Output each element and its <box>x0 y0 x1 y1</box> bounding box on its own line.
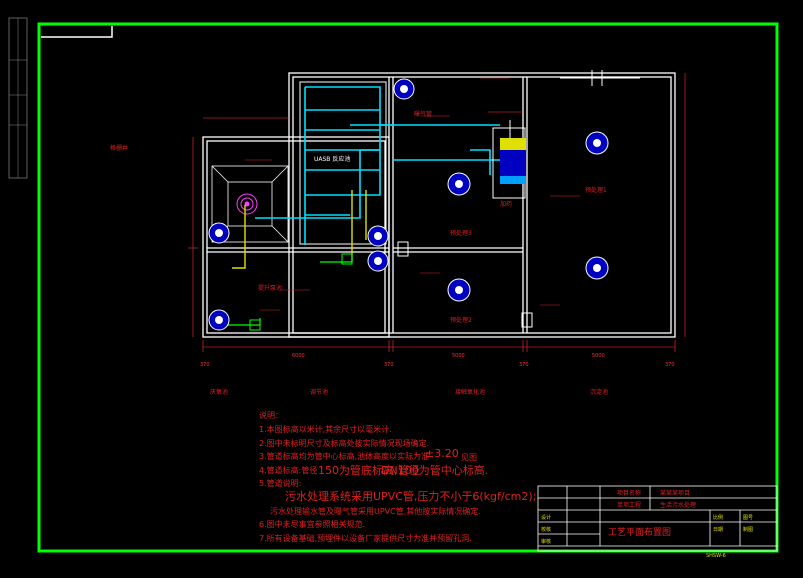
note-4c: DN100为管中心标高. <box>381 463 488 477</box>
tank-label-3: 接触氧化池 <box>455 388 485 396</box>
note-3: 3.管道标高均为管中心标高,池体高度以实际为准 <box>259 451 429 461</box>
note-1: 1.本图标高以米计,其余尺寸以毫米计. <box>259 424 392 434</box>
cad-drawing: 6000 5000 5000 370 370 370 370 UASB 反应池 … <box>0 0 803 574</box>
label-zone2: 预处理2 <box>450 316 472 324</box>
tb-drawing-title: 工艺平面布置图 <box>608 526 671 538</box>
note-3b: ±3.20 <box>425 447 459 460</box>
tb-sub-value: 生活污水处理 <box>660 501 696 509</box>
note-5a: 污水处理系统采用UPVC管,压力不小于6(kgf/cm2); <box>285 489 536 503</box>
tb-date: 日期 <box>713 527 723 533</box>
label-zone1: 预处理1 <box>585 186 607 194</box>
tb-sub-label: 单项工程 <box>617 501 641 509</box>
tank-label-2: 调节池 <box>310 388 328 396</box>
tb-scale: 比例 <box>713 514 723 521</box>
pump-3 <box>367 225 389 247</box>
dim-2: 5000 <box>452 353 465 359</box>
pump-2 <box>208 309 230 331</box>
dim-3: 5000 <box>592 353 605 359</box>
label-zone3: 预处理3 <box>450 229 472 237</box>
note-5: 5.管道说明: <box>259 478 301 488</box>
dim-6: 370 <box>665 362 675 368</box>
dim-5: 370 <box>519 362 529 368</box>
diffuser-1 <box>447 172 471 196</box>
dim-7: 370 <box>200 362 210 368</box>
pump-5 <box>393 78 415 100</box>
diffuser-3 <box>585 131 609 155</box>
tb-drawn: 制图 <box>743 526 753 533</box>
drawing-canvas: 6000 5000 5000 370 370 370 370 UASB 反应池 … <box>0 0 803 574</box>
tb-checker: 校核 <box>541 526 551 533</box>
tank-label-1: 厌氧池 <box>210 388 228 396</box>
note-6: 6.图中未尽事宜参照相关规范. <box>259 519 365 529</box>
diffuser-4 <box>585 256 609 280</box>
label-lift: 提升泵池 <box>258 284 282 292</box>
diffuser-2 <box>447 278 471 302</box>
pump-1 <box>208 222 230 244</box>
tank-label-4: 沉淀池 <box>590 388 608 396</box>
label-aeration: 曝气管 <box>414 110 432 118</box>
label-uasb: UASB 反应池 <box>314 155 350 163</box>
tb-project-label: 项目名称 <box>617 489 641 497</box>
tb-designer: 设计 <box>541 514 551 521</box>
note-7: 7.所有设备基础,预埋件以设备厂家提供尺寸为准并预留孔洞. <box>259 533 472 543</box>
tb-approver: 审核 <box>541 538 551 545</box>
note-2: 2.图中未标明尺寸及标高处按实际情况现场确定. <box>259 438 429 448</box>
dim-1: 6000 <box>292 353 305 359</box>
label-area: 格栅井 <box>110 144 128 152</box>
note-4a: 4.管道标高:管径 <box>259 465 317 475</box>
dim-4: 370 <box>384 362 394 368</box>
tb-sheet: 图号 <box>743 515 753 521</box>
tb-footer: SHSW-6 <box>706 553 726 559</box>
note-5b: 污水处理输水管及曝气管采用UPVC管,其他按实际情况确定. <box>270 506 481 516</box>
label-dosing: 加药 <box>500 200 512 208</box>
tb-project-value: 某某某项目 <box>660 490 690 497</box>
pump-4 <box>367 250 389 272</box>
note-3c: 见图 <box>461 453 477 462</box>
notes-heading: 说明： <box>259 410 283 420</box>
